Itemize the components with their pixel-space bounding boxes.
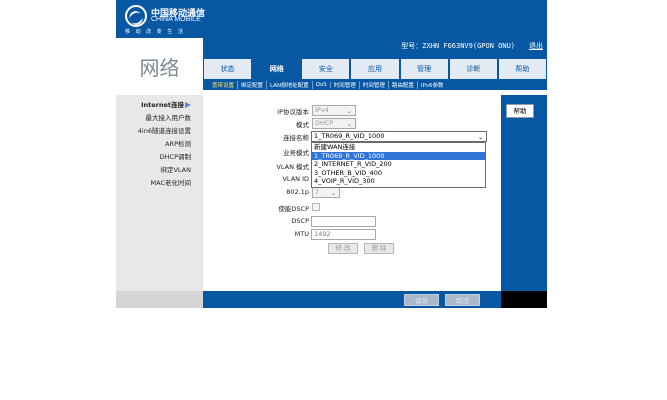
logo-bar: 中国移动通信 CHINA MOBILE 移 动 改 变 生 活: [116, 0, 547, 38]
subnav-routing[interactable]: 路由配置: [389, 80, 418, 89]
dot1p-select[interactable]: 7 ⌄: [312, 187, 340, 198]
tab-help[interactable]: 帮助: [498, 59, 546, 79]
section-title: 网络: [139, 56, 180, 80]
ip-protocol-row: IP协议版本: [203, 104, 309, 116]
left-menu-dhcp[interactable]: DHCP调制: [116, 151, 203, 164]
ip-protocol-select[interactable]: IPv4 ⌄: [312, 105, 356, 116]
mode-row: 模式: [203, 117, 309, 129]
dropdown-option-other[interactable]: 3_OTHER_B_VID_400: [312, 169, 485, 178]
dot1p-value: 7: [315, 188, 320, 196]
chevron-down-icon: ⌄: [477, 134, 483, 141]
subnav-lan-address[interactable]: LAN侧地址配置: [267, 80, 313, 89]
tab-management[interactable]: 管理: [400, 59, 448, 79]
dscp-enable-row: 使能DSCP: [203, 201, 309, 213]
dropdown-option-voip[interactable]: 4_VOIP_R_VID_300: [312, 177, 485, 186]
dropdown-option-new-wan[interactable]: 新建WAN连接: [312, 143, 485, 152]
modify-button[interactable]: 修 改: [328, 243, 358, 254]
dropdown-option-tr069[interactable]: 1_TR069_R_VID_1000: [312, 151, 485, 160]
left-bottom-bar: [116, 291, 203, 308]
tab-network[interactable]: 网络: [253, 59, 301, 79]
vlan-id-row: VLAN ID: [203, 173, 309, 185]
dscp-input[interactable]: [311, 216, 376, 227]
vlan-mode-label: VLAN 模式: [276, 163, 309, 171]
conn-name-row: 连接名称: [203, 130, 309, 142]
model-bar: 型号：ZXHN F663NV9(GPON ONU) 退出: [203, 38, 547, 55]
dot1p-row: 802.1p: [203, 186, 309, 198]
left-menu: Internet连接 最大接入用户数 4in6隧道连接设置 ARP检测 DHCP…: [116, 95, 203, 291]
mtu-input[interactable]: 1492: [311, 229, 376, 240]
cancel-button[interactable]: 取消: [445, 294, 480, 306]
dropdown-option-internet[interactable]: 2_INTERNET_R_VID_200: [312, 160, 485, 169]
dscp-row: DSCP: [203, 215, 309, 227]
chevron-down-icon: ⌄: [330, 190, 336, 197]
ip-protocol-value: IPv4: [315, 106, 329, 114]
ip-protocol-label: IP协议版本: [277, 108, 309, 116]
dscp-enable-label: 使能DSCP: [278, 205, 309, 213]
left-menu-mac-aging[interactable]: MAC老化时间: [116, 177, 203, 190]
subnav-time-management-2[interactable]: 时间管理: [360, 80, 389, 89]
conn-name-value: 1_TR069_R_VID_1000: [314, 132, 385, 140]
subnav-qos[interactable]: QoS: [313, 81, 331, 88]
dscp-enable-checkbox[interactable]: [312, 203, 320, 211]
sub-navigation: 宽带设置 绑定配置 LAN侧地址配置 QoS 时间管理 时间管理 路由配置 IP…: [203, 79, 547, 90]
mtu-label: MTU: [294, 230, 309, 238]
mode-label: 模式: [296, 121, 309, 129]
tab-application[interactable]: 应用: [351, 59, 399, 79]
left-menu-label: Internet连接: [141, 101, 184, 109]
save-button[interactable]: 保存: [404, 294, 439, 306]
main-content: IP协议版本 IPv4 ⌄ 模式 DHCP ⌄ 连接名称 1_TR069_R_VID…: [203, 95, 501, 291]
subnav-broadband[interactable]: 宽带设置: [209, 80, 239, 89]
delete-button[interactable]: 删 除: [364, 243, 394, 254]
model-label: 型号：ZXHN F663NV9(GPON ONU): [401, 42, 515, 50]
logout-link[interactable]: 退出: [529, 41, 543, 51]
left-menu-max-users[interactable]: 最大接入用户数: [116, 112, 203, 125]
bottom-action-bar: 保存 取消: [203, 291, 501, 308]
dot1p-label: 802.1p: [286, 188, 309, 196]
tab-diagnostics[interactable]: 诊断: [449, 59, 497, 79]
mode-value: DHCP: [315, 119, 334, 127]
left-menu-internet-connection[interactable]: Internet连接: [116, 99, 203, 112]
left-menu-4in6-tunnel[interactable]: 4in6隧道连接设置: [116, 125, 203, 138]
mtu-row: MTU: [203, 228, 309, 240]
mode-select[interactable]: DHCP ⌄: [312, 118, 356, 129]
dscp-label: DSCP: [291, 217, 309, 225]
active-arrow-icon: [185, 102, 191, 108]
china-mobile-logo-icon: [125, 5, 147, 27]
conn-name-select[interactable]: 1_TR069_R_VID_1000 ⌄: [311, 131, 487, 142]
right-help-panel: 帮助: [501, 95, 547, 291]
tab-status[interactable]: 状态: [204, 59, 252, 79]
conn-name-dropdown-list[interactable]: 新建WAN连接 1_TR069_R_VID_1000 2_INTERNET_R_…: [311, 142, 486, 188]
chevron-down-icon: ⌄: [346, 108, 352, 115]
mtu-value: 1492: [314, 230, 331, 238]
brand-name-en: CHINA MOBILE: [151, 16, 201, 23]
brand-slogan: 移 动 改 变 生 活: [125, 29, 185, 35]
left-menu-arp-detection[interactable]: ARP检测: [116, 138, 203, 151]
vlan-mode-row: VLAN 模式: [203, 159, 309, 171]
service-mode-label: 业务模式: [283, 149, 309, 157]
subnav-ipv6[interactable]: IPv6参数: [418, 81, 447, 89]
subnav-time-management-1[interactable]: 时间管理: [331, 80, 360, 89]
bottom-black-corner: [501, 291, 547, 308]
service-mode-row: 业务模式: [203, 145, 309, 157]
chevron-down-icon: ⌄: [346, 121, 352, 128]
left-menu-bind-vlan[interactable]: 绑定VLAN: [116, 164, 203, 177]
main-tabs: 状态 网络 安全 应用 管理 诊断 帮助: [203, 55, 547, 79]
help-button[interactable]: 帮助: [506, 104, 534, 118]
conn-name-label: 连接名称: [283, 134, 309, 142]
tab-security[interactable]: 安全: [302, 59, 350, 79]
subnav-binding[interactable]: 绑定配置: [238, 80, 268, 89]
vlan-id-label: VLAN ID: [282, 175, 309, 183]
